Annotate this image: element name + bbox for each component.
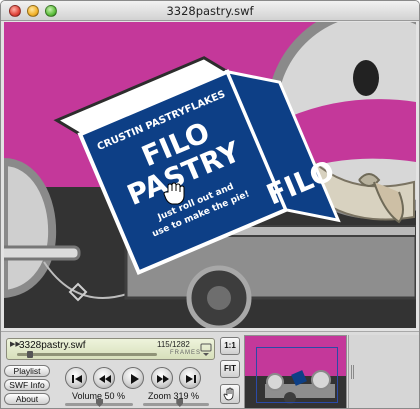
window-title: 3328pastry.swf (166, 4, 254, 18)
player-controller: ▶▶ 3328pastry.swf 115/1282 FRAMES Playli… (1, 331, 419, 408)
rewind-button[interactable] (93, 367, 115, 389)
title-bar[interactable]: 3328pastry.swf (1, 1, 419, 21)
about-button[interactable]: About (4, 393, 50, 405)
zoom-slider-track[interactable] (143, 403, 209, 406)
skip-to-end-icon (186, 375, 196, 383)
frame-counter: 115/1282 (157, 340, 190, 349)
first-frame-button[interactable] (65, 367, 87, 389)
navigator-viewport[interactable] (256, 347, 338, 403)
actual-size-button[interactable]: 1:1 (220, 337, 240, 355)
skip-to-start-icon (72, 375, 82, 383)
capture-icon[interactable] (200, 341, 212, 357)
current-file-name: 3328pastry.swf (19, 340, 86, 351)
stage-artwork: CRUSTIN PASTRYFLAKES FILO PASTRY Just ro… (4, 22, 416, 328)
fast-forward-icon (157, 375, 169, 383)
play-icon (131, 374, 139, 384)
rewind-icon (99, 375, 111, 383)
playlist-button[interactable]: Playlist (4, 365, 50, 377)
tow-bar (4, 245, 81, 261)
fast-forward-button[interactable] (151, 367, 173, 389)
timeline-track[interactable] (17, 353, 157, 356)
fit-button[interactable]: FIT (220, 360, 240, 378)
navigator-thumbnail[interactable] (244, 335, 347, 408)
wheel-hub (207, 286, 231, 310)
flash-stage[interactable]: CRUSTIN PASTRYFLAKES FILO PASTRY Just ro… (4, 22, 416, 328)
status-display: ▶▶ 3328pastry.swf 115/1282 FRAMES (6, 338, 215, 360)
last-frame-button[interactable] (179, 367, 201, 389)
character-eye (353, 60, 379, 96)
hand-tool-icon (223, 387, 234, 401)
frames-label: FRAMES (170, 350, 202, 356)
navigator-side-panel (348, 335, 419, 408)
swf-info-button[interactable]: SWF Info (4, 379, 50, 391)
play-button[interactable] (122, 367, 144, 389)
zoom-label: Zoom 319 % (148, 391, 200, 401)
player-window: 3328pastry.swf CRUSTIN PASTRYFLAKES FILO… (0, 0, 420, 409)
hand-tool-button[interactable] (220, 384, 240, 404)
resize-grip[interactable] (351, 365, 354, 379)
timeline-scrubber[interactable] (26, 351, 33, 358)
